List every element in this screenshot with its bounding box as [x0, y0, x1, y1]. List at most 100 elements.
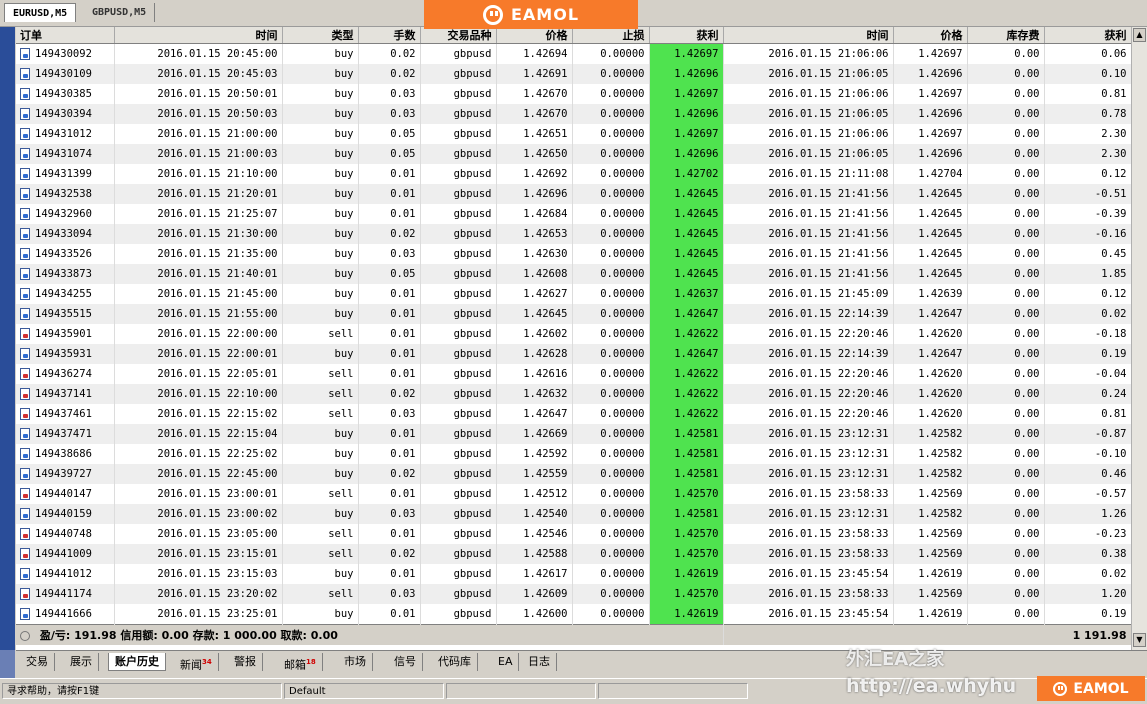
- table-row[interactable]: 149440147 2016.01.15 23:00:01 sell 0.01 gbpu…: [16, 484, 1131, 504]
- cell-take-profit: 1.42697: [649, 124, 724, 144]
- column-header-close-price[interactable]: 价格: [893, 27, 968, 44]
- cell-close-price: 1.42620: [893, 324, 968, 344]
- cell-open-price: 1.42588: [496, 544, 573, 564]
- scroll-down-arrow-icon[interactable]: ▼: [1133, 633, 1146, 647]
- table-row[interactable]: 149430385 2016.01.15 20:50:01 buy 0.03 gbpus…: [16, 84, 1131, 104]
- cell-close-time: 2016.01.15 23:58:33: [723, 544, 894, 564]
- table-row[interactable]: 149437141 2016.01.15 22:10:00 sell 0.02 gbpu…: [16, 384, 1131, 404]
- cell-close-time: 2016.01.15 23:45:54: [723, 564, 894, 584]
- scroll-up-arrow-icon[interactable]: ▲: [1133, 28, 1146, 42]
- order-id-text: 149440748: [35, 528, 92, 540]
- cell-order-type: buy: [282, 104, 359, 124]
- column-header-take-profit[interactable]: 获利: [649, 27, 724, 44]
- cell-stop-loss: 0.00000: [572, 404, 650, 424]
- table-row[interactable]: 149436274 2016.01.15 22:05:01 sell 0.01 gbpu…: [16, 364, 1131, 384]
- tab-8[interactable]: 代码库: [432, 653, 478, 671]
- cell-close-time: 2016.01.15 22:20:46: [723, 364, 894, 384]
- table-row[interactable]: 149435931 2016.01.15 22:00:01 buy 0.01 gbpus…: [16, 344, 1131, 364]
- cell-order-type: buy: [282, 444, 359, 464]
- cell-open-time: 2016.01.15 20:45:00: [114, 43, 283, 64]
- column-header-stop-loss[interactable]: 止损: [572, 27, 650, 44]
- cell-profit: -0.04: [1044, 364, 1131, 384]
- table-row[interactable]: 149435901 2016.01.15 22:00:00 sell 0.01 gbpu…: [16, 324, 1131, 344]
- table-row[interactable]: 149435515 2016.01.15 21:55:00 buy 0.01 gbpus…: [16, 304, 1131, 324]
- cell-symbol: gbpusd: [420, 124, 497, 144]
- buy-order-icon: [20, 268, 30, 280]
- cell-order-id: 149431012: [16, 124, 115, 144]
- column-header-type[interactable]: 类型: [282, 27, 359, 44]
- table-row[interactable]: 149434255 2016.01.15 21:45:00 buy 0.01 gbpus…: [16, 284, 1131, 304]
- table-row[interactable]: 149441666 2016.01.15 23:25:01 buy 0.01 gbpus…: [16, 604, 1131, 625]
- table-row[interactable]: 149431012 2016.01.15 21:00:00 buy 0.05 gbpus…: [16, 124, 1131, 144]
- table-row[interactable]: 149433873 2016.01.15 21:40:01 buy 0.05 gbpus…: [16, 264, 1131, 284]
- column-header-close-time[interactable]: 时间: [723, 27, 894, 44]
- cell-order-type: buy: [282, 43, 359, 64]
- table-row[interactable]: 149433526 2016.01.15 21:35:00 buy 0.03 gbpus…: [16, 244, 1131, 264]
- cell-open-time: 2016.01.15 20:50:03: [114, 104, 283, 124]
- chart-tab-eurusd[interactable]: EURUSD,M5: [4, 3, 77, 22]
- table-row[interactable]: 149432538 2016.01.15 21:20:01 buy 0.01 gbpus…: [16, 184, 1131, 204]
- table-row[interactable]: 149431074 2016.01.15 21:00:03 buy 0.05 gbpus…: [16, 144, 1131, 164]
- table-row[interactable]: 149437471 2016.01.15 22:15:04 buy 0.01 gbpus…: [16, 424, 1131, 444]
- table-row[interactable]: 149432960 2016.01.15 21:25:07 buy 0.01 gbpus…: [16, 204, 1131, 224]
- cell-close-price: 1.42697: [893, 124, 968, 144]
- cell-close-time: 2016.01.15 23:45:54: [723, 604, 894, 625]
- column-header-lots[interactable]: 手数: [358, 27, 421, 44]
- tab-6[interactable]: 市场: [338, 653, 373, 671]
- cell-stop-loss: 0.00000: [572, 564, 650, 584]
- table-row[interactable]: 149439727 2016.01.15 22:45:00 buy 0.02 gbpus…: [16, 464, 1131, 484]
- table-row[interactable]: 149438686 2016.01.15 22:25:02 buy 0.01 gbpus…: [16, 444, 1131, 464]
- tab-1[interactable]: 展示: [64, 653, 99, 671]
- cell-swap: 0.00: [967, 43, 1045, 64]
- table-row[interactable]: 149441174 2016.01.15 23:20:02 sell 0.03 gbpu…: [16, 584, 1131, 604]
- column-header-swap[interactable]: 库存费: [967, 27, 1045, 44]
- table-row[interactable]: 149433094 2016.01.15 21:30:00 buy 0.02 gbpus…: [16, 224, 1131, 244]
- cell-close-price: 1.42645: [893, 244, 968, 264]
- table-row[interactable]: 149440159 2016.01.15 23:00:02 buy 0.03 gbpus…: [16, 504, 1131, 524]
- tab-0[interactable]: 交易: [20, 653, 55, 671]
- cell-open-price: 1.42592: [496, 444, 573, 464]
- cell-close-time: 2016.01.15 21:06:05: [723, 104, 894, 124]
- column-header-profit[interactable]: 获利: [1044, 27, 1131, 44]
- cell-profit: 0.02: [1044, 564, 1131, 584]
- cell-open-price: 1.42696: [496, 184, 573, 204]
- chart-tab-gbpusd[interactable]: GBPUSD,M5: [84, 3, 156, 22]
- table-row[interactable]: 149430092 2016.01.15 20:45:00 buy 0.02 gbpus…: [16, 43, 1131, 64]
- sell-order-icon: [20, 408, 30, 420]
- cell-symbol: gbpusd: [420, 184, 497, 204]
- cell-order-type: buy: [282, 284, 359, 304]
- column-header-open-time[interactable]: 时间: [114, 27, 283, 44]
- cell-close-time: 2016.01.15 22:14:39: [723, 304, 894, 324]
- tab-7[interactable]: 信号: [388, 653, 423, 671]
- cell-close-price: 1.42582: [893, 504, 968, 524]
- cell-symbol: gbpusd: [420, 324, 497, 344]
- table-row[interactable]: 149441012 2016.01.15 23:15:03 buy 0.01 gbpus…: [16, 564, 1131, 584]
- table-row[interactable]: 149430394 2016.01.15 20:50:03 buy 0.03 gbpus…: [16, 104, 1131, 124]
- tab-4[interactable]: 警报: [228, 653, 263, 671]
- cell-swap: 0.00: [967, 244, 1045, 264]
- vertical-scrollbar[interactable]: ▲ ▼: [1131, 27, 1147, 650]
- tab-2[interactable]: 账户历史: [108, 653, 166, 671]
- cell-profit: -0.16: [1044, 224, 1131, 244]
- cell-stop-loss: 0.00000: [572, 524, 650, 544]
- table-row[interactable]: 149441009 2016.01.15 23:15:01 sell 0.02 gbpu…: [16, 544, 1131, 564]
- cell-take-profit: 1.42570: [649, 484, 724, 504]
- tab-10[interactable]: 日志: [522, 653, 557, 671]
- column-header-symbol[interactable]: 交易品种: [420, 27, 497, 44]
- table-row[interactable]: 149431399 2016.01.15 21:10:00 buy 0.01 gbpus…: [16, 164, 1131, 184]
- sell-order-icon: [20, 528, 30, 540]
- cell-close-price: 1.42647: [893, 344, 968, 364]
- cell-symbol: gbpusd: [420, 584, 497, 604]
- cell-take-profit: 1.42645: [649, 244, 724, 264]
- table-row[interactable]: 149430109 2016.01.15 20:45:03 buy 0.02 gbpus…: [16, 64, 1131, 84]
- tab-3[interactable]: 新闻34: [174, 653, 219, 672]
- cell-open-price: 1.42670: [496, 84, 573, 104]
- table-row[interactable]: 149440748 2016.01.15 23:05:00 sell 0.01 gbpu…: [16, 524, 1131, 544]
- tab-5[interactable]: 邮箱18: [278, 653, 323, 672]
- left-toolbar-strip: [0, 27, 15, 650]
- tab-9[interactable]: EA: [492, 653, 520, 671]
- table-row[interactable]: 149437461 2016.01.15 22:15:02 sell 0.03 gbpu…: [16, 404, 1131, 424]
- status-cell-empty-1: [446, 683, 596, 699]
- column-header-price[interactable]: 价格: [496, 27, 573, 44]
- column-header-order[interactable]: 订单: [16, 27, 115, 44]
